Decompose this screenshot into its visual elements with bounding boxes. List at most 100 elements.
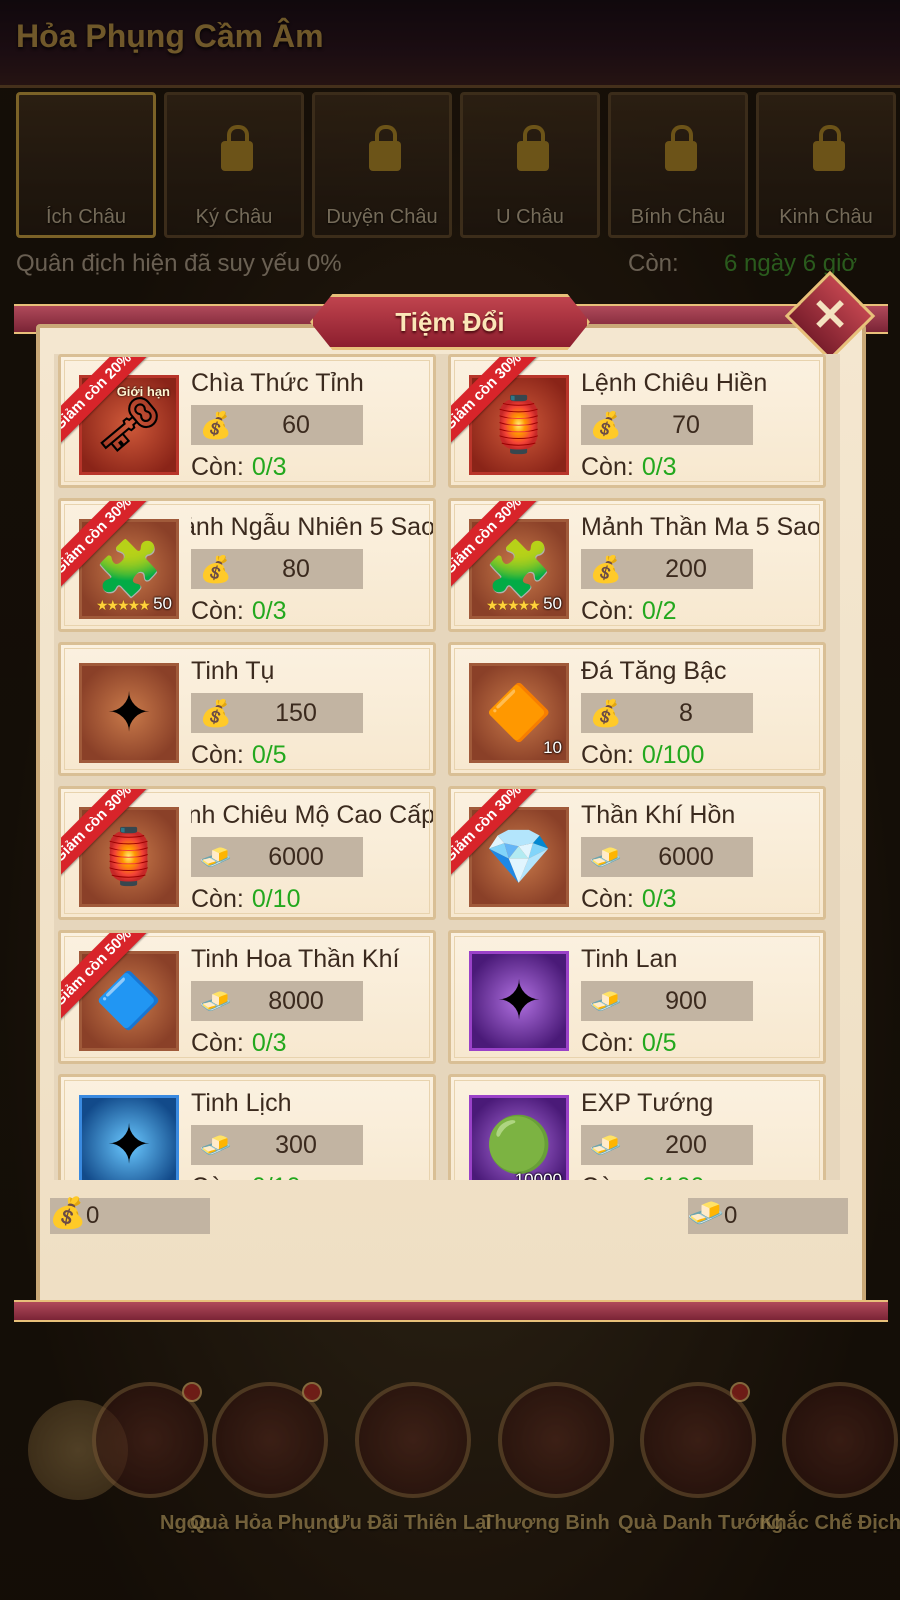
exchange-shop-modal: Tiệm Đổi ✕ Giảm còn 20% 🗝 Giới hạn Chìa Thứ…: [14, 270, 888, 1322]
remaining-label: Còn:: [581, 597, 634, 625]
item-icon-glyph: 🧩: [485, 539, 553, 599]
price-box: 🧈 300: [191, 1125, 363, 1165]
bag-balance: 💰 0: [49, 1197, 210, 1234]
shop-item-card[interactable]: Giảm còn 30%🏮Lệnh Chiêu Mộ Cao Cấp🧈6000C…: [58, 786, 436, 920]
item-icon-glyph: 🏮: [95, 827, 163, 887]
shop-item-card[interactable]: 🔶 10 Đá Tăng Bậc 💰 8 Còn: 0/100: [448, 642, 826, 776]
blue-star-icon: ✦: [79, 1095, 179, 1180]
shop-item-card[interactable]: Giảm còn 50% 🔷 Tinh Hoa Thần Khí 🧈 8000 Còn: 0…: [58, 930, 436, 1064]
item-name: Tinh Lịch: [191, 1089, 292, 1117]
shop-item-card[interactable]: ✦ Tinh Lan 🧈 900 Còn: 0/5: [448, 930, 826, 1064]
remaining-value: 0/3: [641, 885, 677, 913]
price-box: 💰 60: [191, 405, 363, 445]
ingot-icon: 🧈: [687, 1197, 725, 1230]
remaining-value: 0/100: [641, 741, 705, 769]
item-icon-glyph: 💎: [485, 827, 553, 887]
remaining-stock: Còn: 0/3: [191, 453, 287, 482]
remaining-value: 0/3: [251, 453, 287, 481]
price-box: 🧈 900: [581, 981, 753, 1021]
bag-icon: 💰: [49, 1197, 87, 1230]
item-quantity: 10: [543, 738, 562, 757]
bag-icon: 💰: [199, 698, 233, 728]
remaining-label: Còn:: [581, 1173, 634, 1180]
price-value: 150: [275, 699, 317, 727]
shop-item-card[interactable]: ✦ Tinh Lịch 🧈 300 Còn: 0/10: [58, 1074, 436, 1180]
item-name: Mảnh Thần Ma 5 Sao: [581, 513, 821, 541]
item-quantity: 50: [543, 594, 562, 613]
shop-item-card[interactable]: Giảm còn 20% 🗝 Giới hạn Chìa Thức Tỉnh 💰 60 Cò…: [58, 354, 436, 488]
remaining-stock: Còn:0/100: [581, 741, 704, 770]
price-value: 200: [665, 555, 707, 583]
remaining-label: Còn:: [191, 741, 244, 769]
item-icon-glyph: 🗝: [94, 395, 164, 455]
remaining-stock: Còn:0/10: [191, 885, 300, 914]
price-value: 900: [665, 987, 707, 1015]
ingot-balance-value: 0: [724, 1202, 738, 1229]
item-icon-glyph: 🔷: [95, 971, 163, 1031]
remaining-stock: Còn: 0/5: [191, 741, 287, 770]
price-value: 80: [282, 555, 310, 583]
star-rating: ★★★★★: [486, 597, 541, 613]
remaining-value: 0/2: [641, 597, 677, 625]
ingot-icon: 🧈: [589, 1130, 623, 1160]
item-quantity: 10000: [514, 1170, 562, 1180]
remaining-label: Còn:: [581, 453, 634, 481]
price-box: 🧈 6000: [581, 837, 753, 877]
star-orb-icon: ✦: [79, 663, 179, 763]
item-name: Tinh Hoa Thần Khí: [191, 945, 400, 973]
bag-icon: 💰: [589, 698, 623, 728]
remaining-value: 0/3: [641, 453, 677, 481]
price-value: 200: [665, 1131, 707, 1159]
item-icon-glyph: 🟢: [485, 1115, 553, 1175]
remaining-label: Còn:: [191, 1029, 244, 1057]
item-name: Tinh Lan: [581, 945, 678, 973]
item-icon-glyph: ✦: [106, 683, 152, 743]
item-icon-glyph: ✦: [106, 1115, 152, 1175]
remaining-value: 0/3: [251, 597, 287, 625]
shop-item-card[interactable]: Giảm còn 30% 🧩 ★★★★★ 50 Mảnh Thần Ma 5 Sao 💰 2…: [448, 498, 826, 632]
ingot-icon: 🧈: [199, 842, 233, 872]
bag-icon: 💰: [589, 554, 623, 584]
price-value: 70: [672, 411, 700, 439]
currency-footer: 💰 0 🧈 0: [49, 1192, 850, 1242]
price-value: 300: [275, 1131, 317, 1159]
remaining-stock: Còn: 0/3: [191, 597, 287, 626]
price-value: 6000: [268, 843, 324, 871]
ingot-icon: 🧈: [589, 986, 623, 1016]
remaining-label: Còn:: [581, 741, 634, 769]
shop-item-card[interactable]: Giảm còn 30%🧩★★★★★50Mảnh Ngẫu Nhiên 5 Sa…: [58, 498, 436, 632]
shop-item-card[interactable]: Giảm còn 30% 🏮 Lệnh Chiêu Hiền 💰 70 Còn: 0/3: [448, 354, 826, 488]
shop-item-card[interactable]: ✦ Tinh Tụ 💰 150 Còn: 0/5: [58, 642, 436, 776]
price-box: 💰 200: [581, 549, 753, 589]
modal-bottom-border: [14, 1300, 888, 1322]
limited-tag: Giới hạn: [116, 384, 170, 399]
remaining-stock: Còn:0/100: [581, 1173, 704, 1180]
shop-item-card[interactable]: Giảm còn 30% 💎 Thần Khí Hồn 🧈 6000 Còn: 0/3: [448, 786, 826, 920]
remaining-value: 0/10: [251, 885, 301, 913]
star-rating: ★★★★★: [96, 597, 151, 613]
item-name: EXP Tướng: [581, 1089, 714, 1117]
remaining-stock: Còn: 0/5: [581, 1029, 677, 1058]
remaining-stock: Còn: 0/3: [581, 885, 677, 914]
price-value: 8: [679, 699, 693, 727]
ingot-icon: 🧈: [589, 842, 623, 872]
shop-item-card[interactable]: 🟢10000 EXP Tướng 🧈 200 Còn: 0/100: [448, 1074, 826, 1180]
price-value: 6000: [658, 843, 714, 871]
remaining-stock: Còn: 0/3: [581, 453, 677, 482]
item-icon-glyph: 🧩: [95, 539, 163, 599]
ingot-balance: 🧈 0: [687, 1197, 848, 1234]
item-name: Mảnh Ngẫu Nhiên 5 Sao: [191, 513, 435, 541]
price-box: 🧈 6000: [191, 837, 363, 877]
modal-title: Tiệm Đổi: [395, 307, 505, 337]
remaining-value: 0/3: [251, 1029, 287, 1057]
item-name: Thần Khí Hồn: [581, 801, 736, 829]
item-grid-scroll[interactable]: Giảm còn 20% 🗝 Giới hạn Chìa Thức Tỉnh 💰 60 Cò…: [54, 354, 840, 1180]
gem-icon: 🔶 10: [469, 663, 569, 763]
item-name: Lệnh Chiêu Hiền: [581, 369, 768, 397]
item-name: Chìa Thức Tỉnh: [191, 369, 364, 397]
remaining-stock: Còn:0/10: [191, 1173, 300, 1180]
price-box: 💰 150: [191, 693, 363, 733]
item-grid: Giảm còn 20% 🗝 Giới hạn Chìa Thức Tỉnh 💰 60 Cò…: [54, 354, 840, 1180]
remaining-label: Còn:: [191, 885, 244, 913]
remaining-value: 0/5: [641, 1029, 677, 1057]
